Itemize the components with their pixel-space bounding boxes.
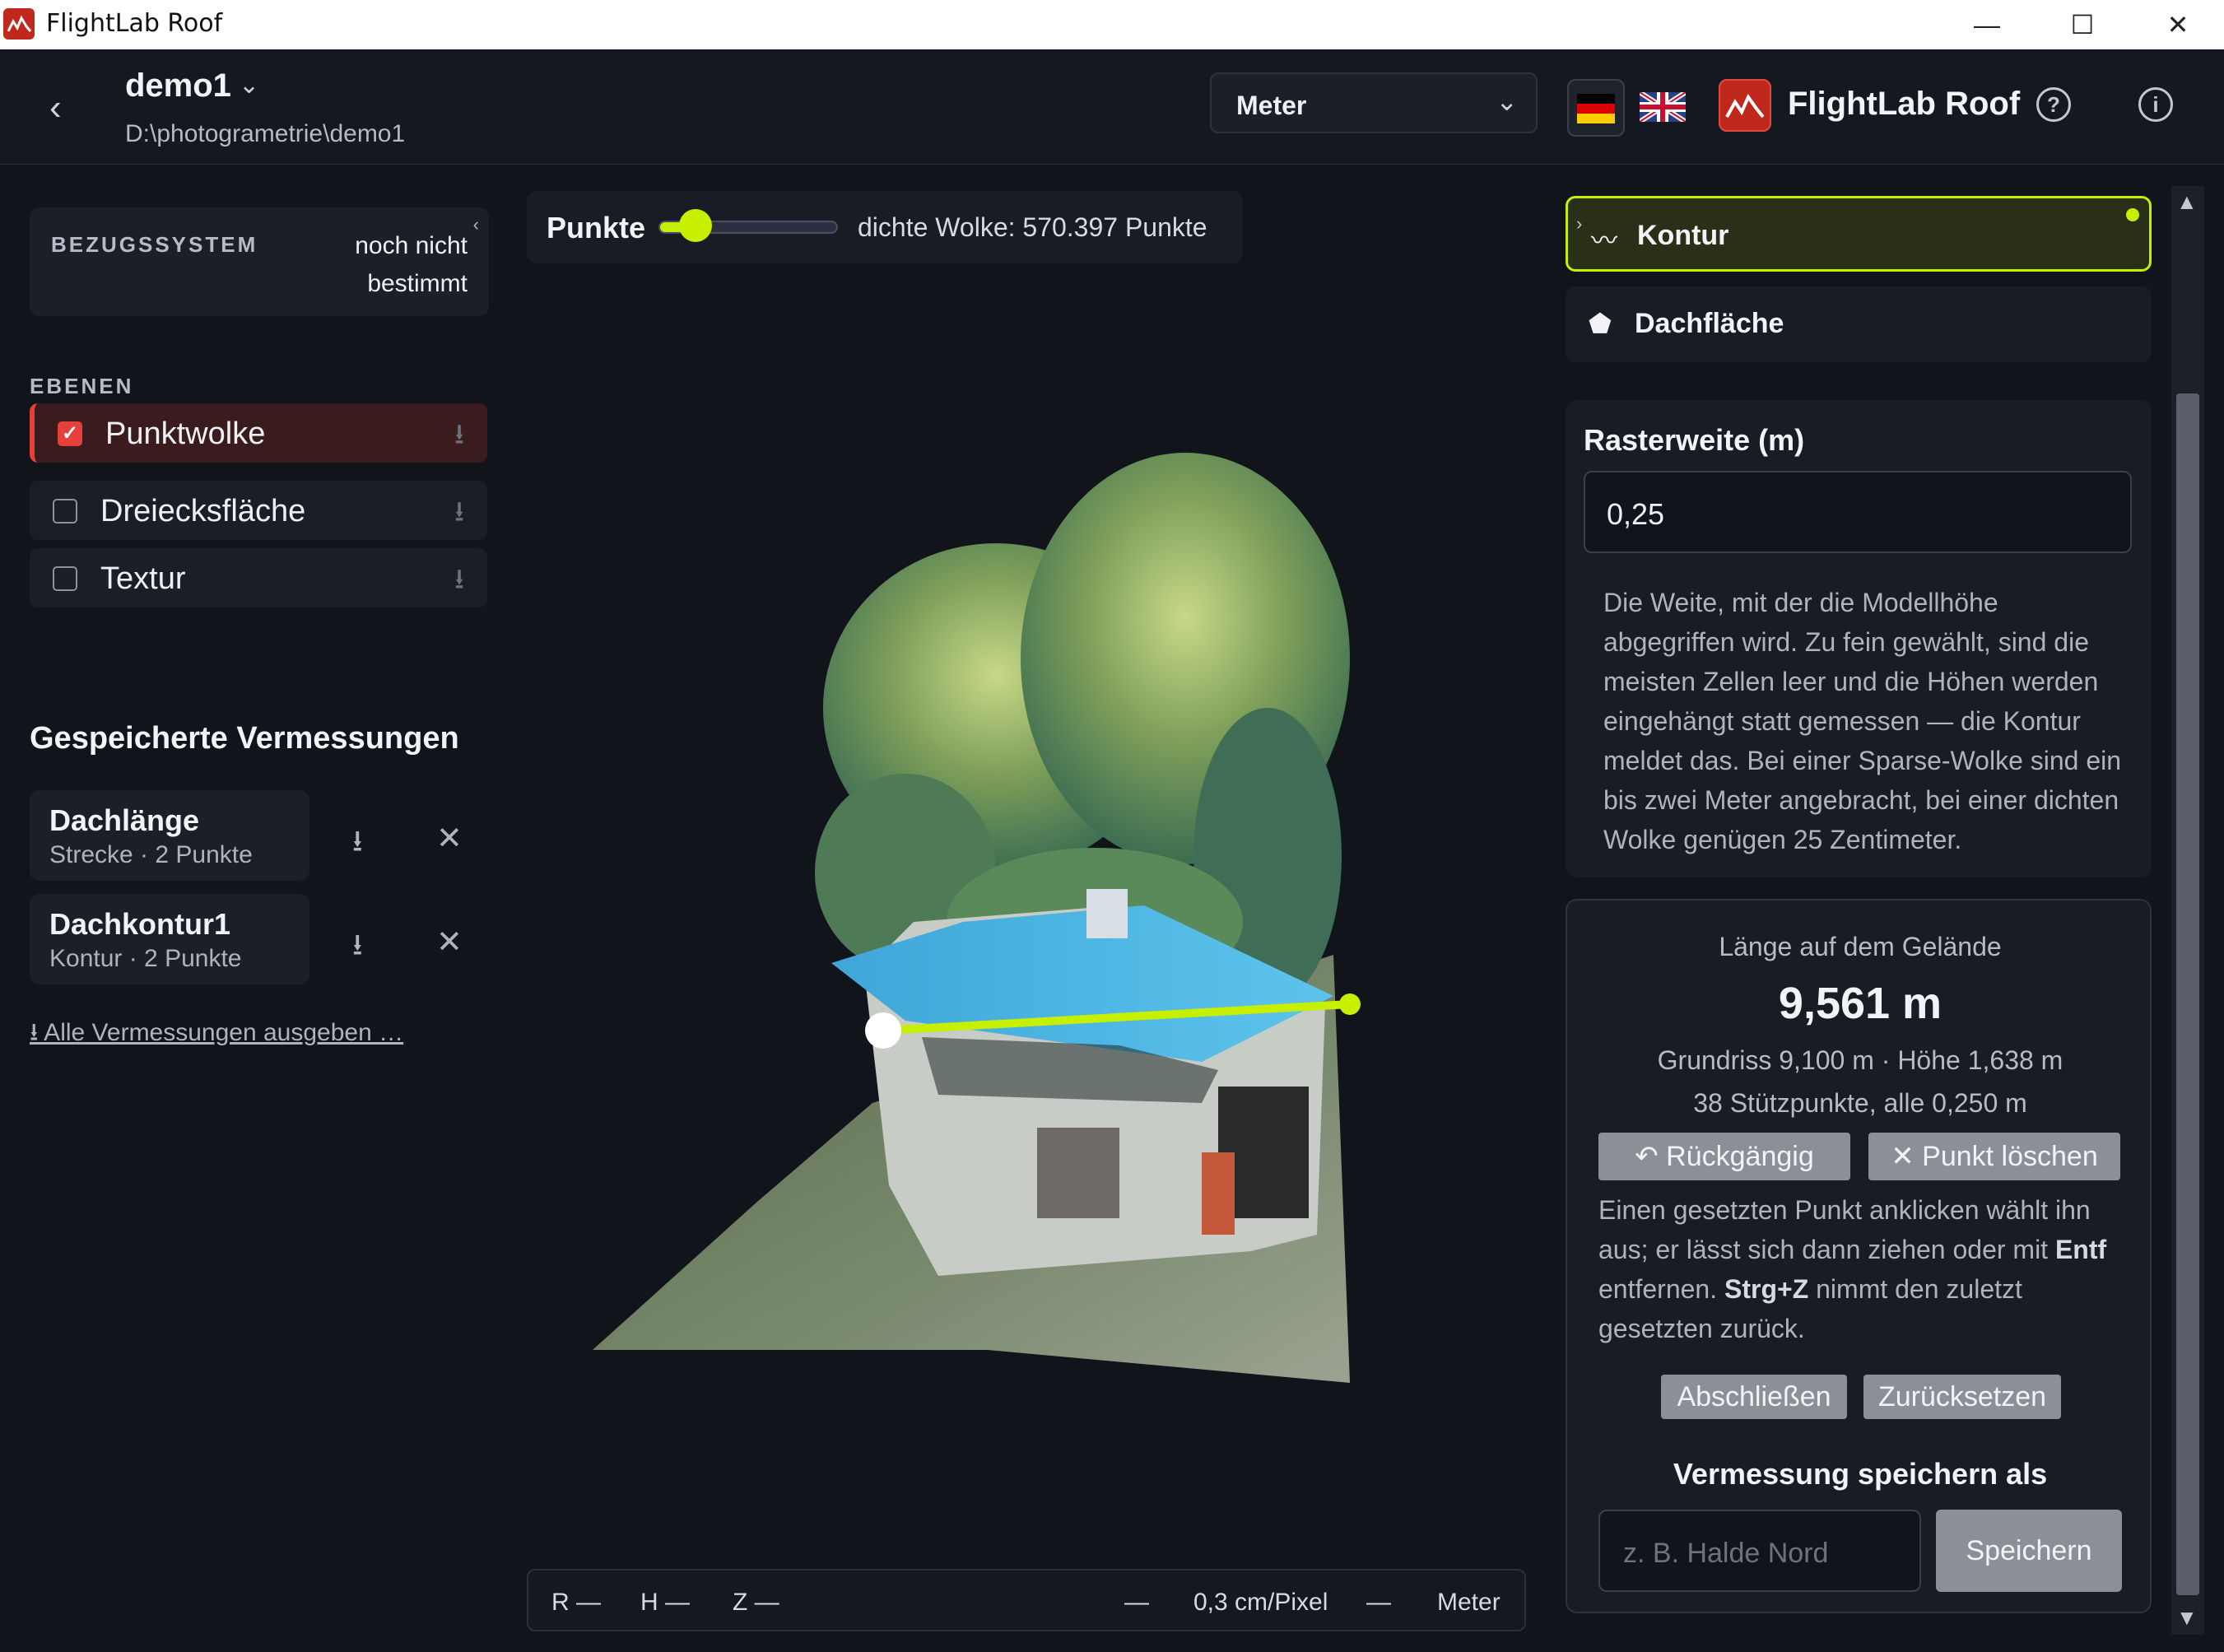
layer-checkbox[interactable] — [53, 566, 77, 591]
active-indicator — [2126, 208, 2139, 221]
saved-measurement-detail: Kontur · 2 Punkte — [49, 945, 242, 972]
reference-system-value: noch nicht bestimmt — [355, 232, 468, 297]
raster-input[interactable]: 0,25 — [1584, 471, 2132, 553]
delete-icon[interactable]: ✕ — [436, 820, 463, 857]
tool-label: Kontur — [1637, 220, 1729, 251]
status-dash: — — [1124, 1589, 1149, 1616]
scroll-down-icon[interactable]: ▼ — [2176, 1605, 2198, 1631]
save-name-input[interactable]: z. B. Halde Nord — [1598, 1510, 1921, 1592]
save-button[interactable]: Speichern — [1936, 1510, 2122, 1592]
saved-measurement-name: Dachlänge — [49, 803, 200, 837]
export-all-link[interactable]: ⭳ Alle Vermessungen ausgeben … — [30, 1014, 403, 1056]
result-detail-1: Grundriss 9,100 m · Höhe 1,638 m — [1657, 1045, 2063, 1075]
cloud-info: dichte Wolke: 570.397 Punkte — [858, 212, 1207, 242]
point-size-toolbar: Punkte dichte Wolke: 570.397 Punkte — [527, 191, 1243, 263]
help-text-a: Einen gesetzten Punkt anklicken wählt ih… — [1598, 1195, 2091, 1264]
window-titlebar: FlightLab Roof — ☐ ✕ — [0, 0, 2224, 49]
project-name[interactable]: demo1 — [125, 67, 231, 105]
layer-label: Textur — [100, 561, 186, 596]
saved-measurement-detail: Strecke · 2 Punkte — [49, 841, 253, 868]
slider-thumb[interactable] — [679, 209, 712, 242]
layer-punktwolke[interactable]: ✓ Punktwolke ⭳ — [30, 403, 487, 463]
layer-checkbox[interactable]: ✓ — [58, 421, 82, 446]
project-path: D:\photogrametrie\demo1 — [125, 120, 406, 147]
layer-label: Punktwolke — [105, 416, 266, 451]
layer-checkbox[interactable] — [53, 499, 77, 524]
maximize-button[interactable]: ☐ — [2035, 0, 2130, 49]
tool-label: Dachfläche — [1635, 308, 1784, 339]
scroll-up-icon[interactable]: ▲ — [2176, 189, 2198, 215]
saved-measurement-item[interactable]: Dachkontur1 Kontur · 2 Punkte — [30, 894, 309, 984]
status-scale: 0,3 cm/Pixel — [1193, 1589, 1328, 1616]
unit-select[interactable]: Meter ⌄ — [1210, 72, 1538, 133]
status-unit: Meter — [1437, 1589, 1501, 1616]
delete-icon[interactable]: ✕ — [436, 924, 463, 961]
viewer-status-bar: R — H — Z — — 0,3 cm/Pixel — Meter — [527, 1569, 1526, 1631]
pentagon-icon: ⬟ — [1589, 309, 1612, 338]
undo-button[interactable]: ↶ Rückgängig — [1598, 1133, 1850, 1180]
download-icon[interactable]: ⭳ — [352, 924, 363, 974]
raster-help-text: Die Weite, mit der die Modellhöhe abgegr… — [1603, 588, 2122, 854]
layer-label: Dreiecksfläche — [100, 494, 306, 528]
reference-system-label: BEZUGSSYSTEM — [51, 232, 258, 257]
help-icon[interactable]: ? — [2036, 87, 2071, 122]
delete-point-button[interactable]: ✕ Punkt löschen — [1868, 1133, 2120, 1180]
chevron-down-icon: ⌄ — [1496, 86, 1518, 116]
back-button[interactable]: ‹ — [49, 87, 62, 128]
layer-textur[interactable]: Textur ⭳ — [30, 548, 487, 607]
raster-panel: Rasterweite (m) 0,25 Die Weite, mit der … — [1566, 400, 2152, 877]
tool-dachflaeche[interactable]: ⬟ Dachfläche — [1566, 286, 2152, 362]
reference-system-card: BEZUGSSYSTEM noch nicht bestimmt ‹ — [30, 207, 489, 316]
point-cloud-model — [593, 453, 1361, 1383]
minimize-button[interactable]: — — [1939, 0, 2035, 49]
brand-name: FlightLab Roof — [1788, 86, 2021, 122]
contour-icon: 〰 — [1591, 226, 1618, 255]
unit-select-value: Meter — [1236, 91, 1307, 120]
measurement-result-panel: Länge auf dem Gelände 9,561 m Grundriss … — [1566, 899, 2152, 1613]
point-cloud-viewer[interactable] — [527, 280, 1531, 1547]
status-h: H — — [640, 1589, 690, 1616]
scrollbar-thumb[interactable] — [2176, 393, 2199, 1595]
result-caption: Länge auf dem Gelände — [1719, 932, 2002, 961]
save-title: Vermessung speichern als — [1673, 1457, 2048, 1491]
status-dash: — — [1366, 1589, 1391, 1616]
finish-button[interactable]: Abschließen — [1661, 1375, 1847, 1419]
english-flag-icon[interactable] — [1640, 92, 1686, 122]
german-flag-icon[interactable] — [1567, 79, 1625, 137]
result-length: 9,561 m — [1778, 979, 1943, 1028]
help-text-b: entfernen. — [1598, 1274, 1724, 1304]
chevron-down-icon[interactable]: ⌄ — [239, 71, 259, 100]
collapse-sidebar-button[interactable]: ‹ — [473, 214, 479, 235]
layer-dreiecksflaeche[interactable]: Dreiecksfläche ⭳ — [30, 481, 487, 540]
result-help-text: Einen gesetzten Punkt anklicken wählt ih… — [1598, 1190, 2125, 1348]
saved-measurements-title: Gespeicherte Vermessungen — [30, 721, 459, 756]
right-panel-scrollbar[interactable]: ▲ ▼ — [2171, 186, 2204, 1635]
app-header: ‹ demo1 ⌄ D:\photogrametrie\demo1 Meter … — [0, 49, 2224, 165]
download-icon[interactable]: ⭳ — [454, 415, 464, 462]
result-detail-2: 38 Stützpunkte, alle 0,250 m — [1693, 1088, 2027, 1118]
layers-section-label: EBENEN — [30, 374, 134, 398]
window-title: FlightLab Roof — [46, 9, 223, 38]
download-icon[interactable]: ⭳ — [352, 820, 363, 870]
key-strg-z: Strg+Z — [1724, 1274, 1809, 1304]
saved-measurement-name: Dachkontur1 — [49, 907, 231, 941]
app-logo-icon — [3, 8, 35, 40]
points-label: Punkte — [547, 211, 646, 244]
download-icon[interactable]: ⭳ — [454, 560, 464, 607]
download-icon[interactable]: ⭳ — [454, 492, 464, 539]
status-z: Z — — [733, 1589, 779, 1616]
chevron-right-icon: › — [1576, 213, 1583, 234]
saved-measurement-item[interactable]: Dachlänge Strecke · 2 Punkte — [30, 790, 309, 881]
tool-kontur[interactable]: › 〰 Kontur — [1566, 196, 2152, 272]
brand-logo-icon — [1719, 79, 1771, 132]
info-icon[interactable]: i — [2138, 87, 2173, 122]
key-entf: Entf — [2054, 1235, 2107, 1264]
close-window-button[interactable]: ✕ — [2130, 0, 2224, 49]
reset-button[interactable]: Zurücksetzen — [1863, 1375, 2061, 1419]
raster-heading: Rasterweite (m) — [1584, 423, 1805, 457]
status-r: R — — [551, 1589, 601, 1616]
